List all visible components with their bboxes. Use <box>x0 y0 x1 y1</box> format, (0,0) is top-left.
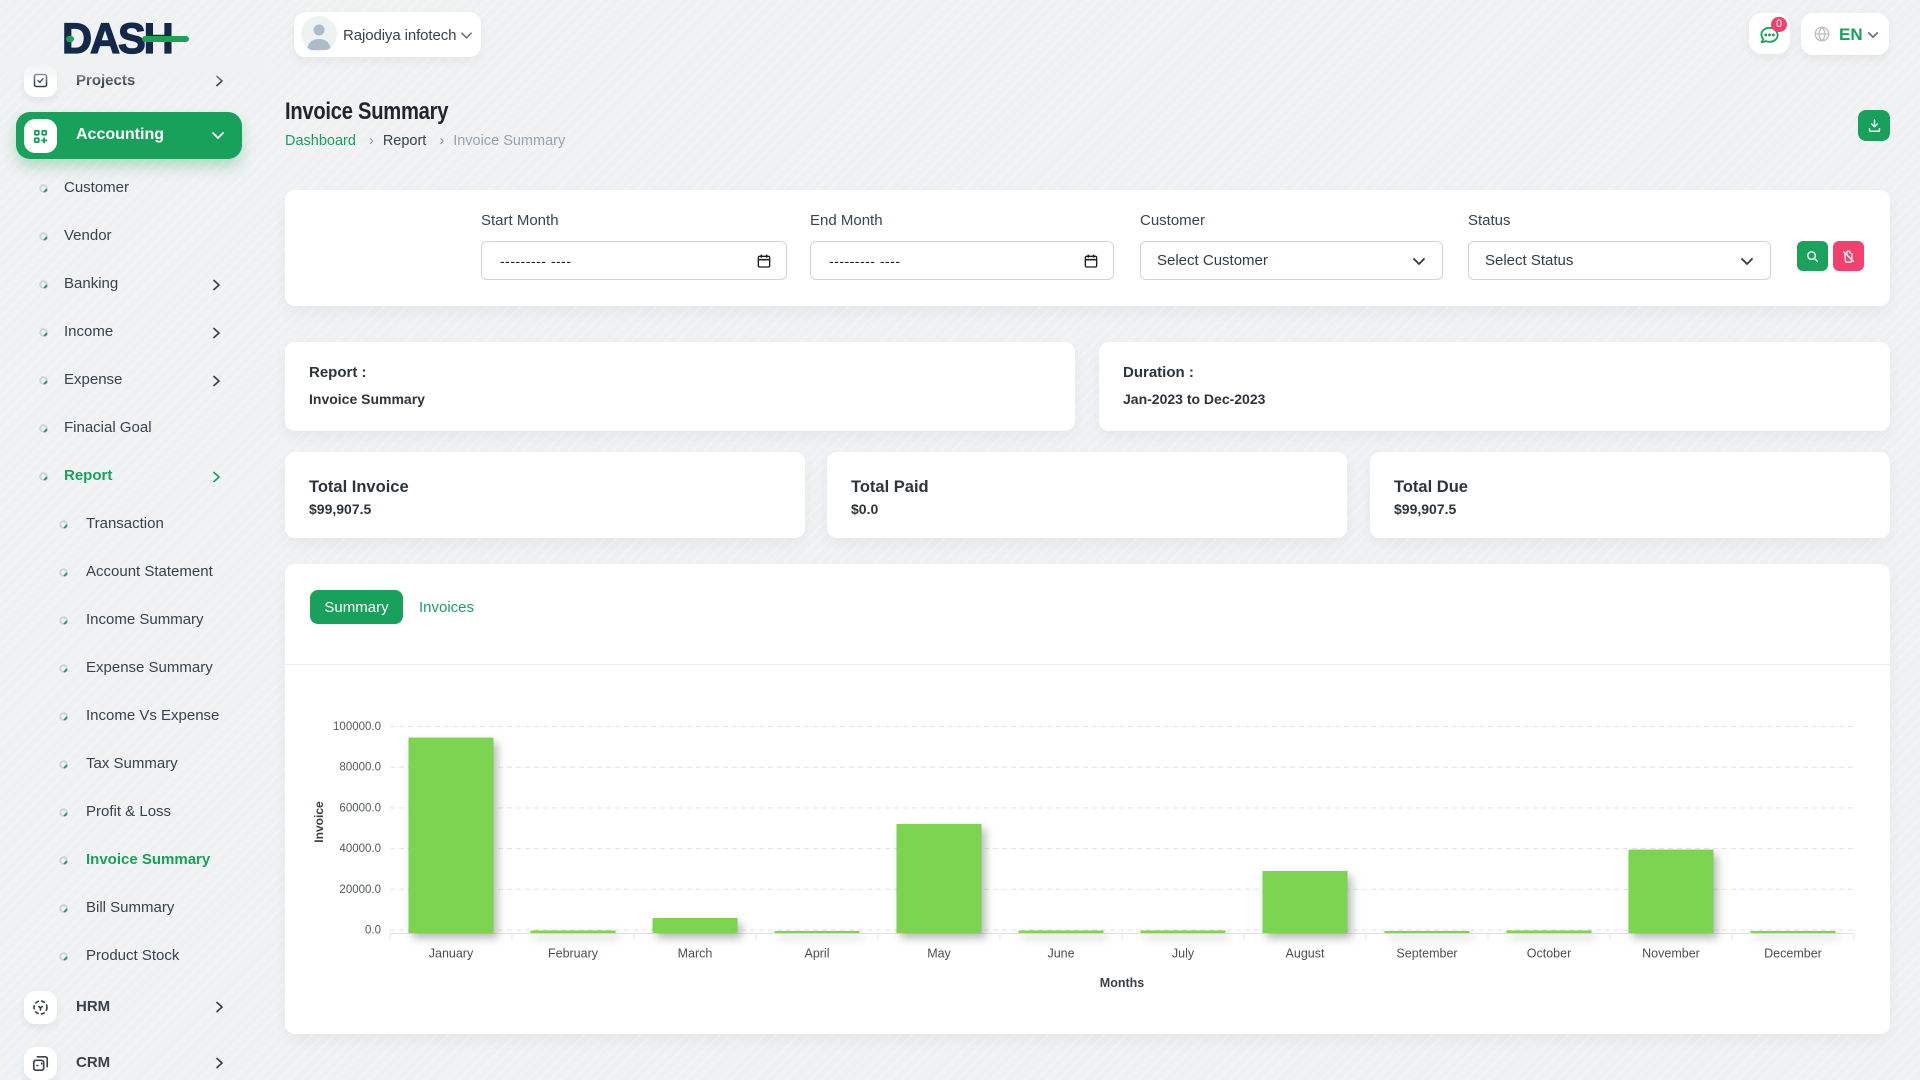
svg-text:April: April <box>804 947 829 961</box>
svg-text:60000.0: 60000.0 <box>339 802 381 814</box>
svg-text:March: March <box>678 947 713 961</box>
svg-text:July: July <box>1172 947 1195 961</box>
svg-text:September: September <box>1396 947 1457 961</box>
svg-text:November: November <box>1642 947 1700 961</box>
svg-text:40000.0: 40000.0 <box>339 843 381 855</box>
svg-text:January: January <box>429 947 474 961</box>
svg-text:Invoice: Invoice <box>312 801 326 843</box>
svg-text:May: May <box>927 947 951 961</box>
svg-text:Months: Months <box>1100 976 1144 990</box>
svg-text:20000.0: 20000.0 <box>339 884 381 896</box>
svg-text:August: August <box>1286 947 1325 961</box>
svg-text:June: June <box>1047 947 1074 961</box>
svg-text:0.0: 0.0 <box>365 925 381 937</box>
svg-text:October: October <box>1527 947 1571 961</box>
svg-text:100000.0: 100000.0 <box>333 721 381 733</box>
svg-text:December: December <box>1764 947 1822 961</box>
svg-text:February: February <box>548 947 599 961</box>
svg-text:80000.0: 80000.0 <box>339 762 381 774</box>
